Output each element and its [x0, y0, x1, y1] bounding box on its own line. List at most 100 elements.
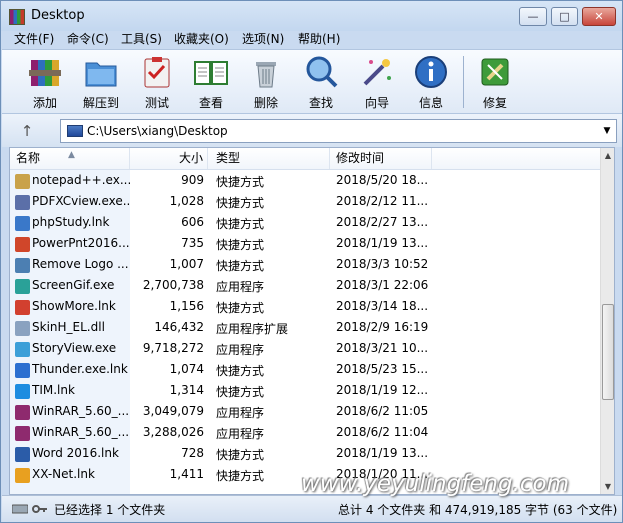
- file-modified: 2018/3/3 10:52: [336, 257, 429, 271]
- file-size: 728: [181, 446, 204, 460]
- window-title: Desktop: [31, 8, 85, 23]
- scroll-up-icon[interactable]: ▲: [601, 148, 614, 163]
- file-modified: 2018/5/20 18...: [336, 173, 429, 187]
- file-icon: [15, 342, 30, 357]
- view-button[interactable]: 查看: [184, 54, 238, 112]
- file-row[interactable]: StoryView.exe 9,718,272 应用程序 2018/3/21 10..…: [10, 339, 600, 360]
- find-button[interactable]: 查找: [294, 54, 348, 112]
- vertical-scrollbar[interactable]: ▲ ▼: [600, 148, 614, 494]
- magnifier-icon: [306, 56, 338, 88]
- file-type: 快捷方式: [216, 301, 265, 315]
- find-label: 查找: [308, 96, 333, 110]
- file-name: WinRAR_5.60_...: [32, 404, 130, 418]
- toolbar: 添加 解压到 测试 查看 删除 查找 向导 信息 修复: [2, 49, 622, 113]
- column-type[interactable]: 类型: [208, 148, 330, 169]
- file-icon: [15, 279, 30, 294]
- file-type: 应用程序: [216, 280, 265, 294]
- file-size: 1,028: [169, 194, 204, 208]
- file-modified: 2018/2/9 16:19: [336, 320, 429, 334]
- repair-kit-icon: [481, 58, 509, 86]
- path-input[interactable]: C:\Users\xiang\Desktop ▼: [60, 119, 617, 143]
- add-label: 添加: [32, 96, 57, 110]
- file-name: ScreenGif.exe: [32, 278, 115, 292]
- file-icon: [15, 426, 30, 441]
- menu-help[interactable]: 帮助(H): [298, 31, 340, 48]
- file-size: 606: [181, 215, 204, 229]
- add-button[interactable]: 添加: [18, 54, 72, 112]
- wizard-button[interactable]: 向导: [350, 54, 404, 112]
- menu-commands[interactable]: 命令(C): [67, 31, 109, 48]
- file-icon: [15, 174, 30, 189]
- extract-to-button[interactable]: 解压到: [74, 54, 128, 112]
- file-type: 应用程序: [216, 406, 265, 420]
- delete-button[interactable]: 删除: [239, 54, 293, 112]
- file-row[interactable]: PDFXCview.exe... 1,028 快捷方式 2018/2/12 11...: [10, 192, 600, 213]
- column-size[interactable]: 大小: [130, 148, 208, 169]
- column-modified[interactable]: 修改时间: [330, 148, 432, 169]
- repair-label: 修复: [482, 96, 507, 110]
- file-size: 1,411: [169, 467, 204, 481]
- up-arrow-icon[interactable]: ↑: [16, 120, 38, 142]
- file-row[interactable]: ScreenGif.exe 2,700,738 应用程序 2018/3/1 22:06: [10, 276, 600, 297]
- file-modified: 2018/6/2 11:04: [336, 425, 429, 439]
- file-name: phpStudy.lnk: [32, 215, 110, 229]
- file-name: TIM.lnk: [32, 383, 75, 397]
- file-row[interactable]: WinRAR_5.60_... 3,049,079 应用程序 2018/6/2 11:…: [10, 402, 600, 423]
- file-row[interactable]: Remove Logo ... 1,007 快捷方式 2018/3/3 10:52: [10, 255, 600, 276]
- menu-tools[interactable]: 工具(S): [121, 31, 162, 48]
- file-size: 3,049,079: [142, 404, 204, 418]
- info-button[interactable]: 信息: [404, 54, 458, 112]
- file-row[interactable]: WinRAR_5.60_... 3,288,026 应用程序 2018/6/2 11:…: [10, 423, 600, 444]
- file-modified: 2018/5/23 15...: [336, 362, 429, 376]
- scroll-thumb[interactable]: [602, 304, 614, 400]
- file-name: notepad++.ex...: [32, 173, 130, 187]
- menu-options[interactable]: 选项(N): [242, 31, 284, 48]
- file-icon: [15, 195, 30, 210]
- file-modified: 2018/2/27 13...: [336, 215, 429, 229]
- repair-button[interactable]: 修复: [468, 54, 522, 112]
- file-icon: [15, 237, 30, 252]
- menu-file[interactable]: 文件(F): [14, 31, 54, 48]
- file-name: SkinH_EL.dll: [32, 320, 105, 334]
- winrar-app-icon: [9, 9, 25, 25]
- file-modified: 2018/6/2 11:05: [336, 404, 429, 418]
- extract-to-label: 解压到: [82, 96, 119, 110]
- file-type: 应用程序: [216, 343, 265, 357]
- file-row[interactable]: SkinH_EL.dll 146,432 应用程序扩展 2018/2/9 16:19: [10, 318, 600, 339]
- file-name: Word 2016.lnk: [32, 446, 119, 460]
- file-icon: [15, 321, 30, 336]
- file-size: 735: [181, 236, 204, 250]
- file-row[interactable]: phpStudy.lnk 606 快捷方式 2018/2/27 13...: [10, 213, 600, 234]
- file-name: ShowMore.lnk: [32, 299, 116, 313]
- file-row[interactable]: Thunder.exe.lnk 1,074 快捷方式 2018/5/23 15...: [10, 360, 600, 381]
- file-size: 146,432: [154, 320, 204, 334]
- maximize-button[interactable]: □: [551, 7, 578, 26]
- file-size: 9,718,272: [142, 341, 204, 355]
- file-row[interactable]: TIM.lnk 1,314 快捷方式 2018/1/19 12...: [10, 381, 600, 402]
- file-modified: 2018/2/12 11...: [336, 194, 429, 208]
- file-type: 快捷方式: [216, 448, 265, 462]
- title-bar: Desktop — □ ✕: [1, 1, 622, 31]
- watermark: www.yeyulingfeng.com: [301, 471, 570, 497]
- file-modified: 2018/1/19 13...: [336, 236, 429, 250]
- file-row[interactable]: ShowMore.lnk 1,156 快捷方式 2018/3/14 18...: [10, 297, 600, 318]
- file-type: 快捷方式: [216, 238, 265, 252]
- column-name[interactable]: 名称 ▲: [10, 148, 130, 169]
- minimize-button[interactable]: —: [519, 7, 547, 26]
- delete-label: 删除: [253, 96, 278, 110]
- file-name: StoryView.exe: [32, 341, 117, 355]
- file-row[interactable]: PowerPnt2016.... 735 快捷方式 2018/1/19 13...: [10, 234, 600, 255]
- view-label: 查看: [198, 96, 223, 110]
- file-size: 1,007: [169, 257, 204, 271]
- file-modified: 2018/1/19 12...: [336, 383, 429, 397]
- info-icon: [415, 56, 447, 88]
- file-row[interactable]: notepad++.ex... 909 快捷方式 2018/5/20 18...: [10, 171, 600, 192]
- file-size: 2,700,738: [142, 278, 204, 292]
- test-button[interactable]: 测试: [130, 54, 184, 112]
- file-row[interactable]: Word 2016.lnk 728 快捷方式 2018/1/19 13...: [10, 444, 600, 465]
- chevron-down-icon[interactable]: ▼: [600, 122, 614, 140]
- close-button[interactable]: ✕: [582, 7, 616, 26]
- test-label: 测试: [144, 96, 169, 110]
- menu-favorites[interactable]: 收藏夹(O): [174, 31, 229, 48]
- file-name: XX-Net.lnk: [32, 467, 95, 481]
